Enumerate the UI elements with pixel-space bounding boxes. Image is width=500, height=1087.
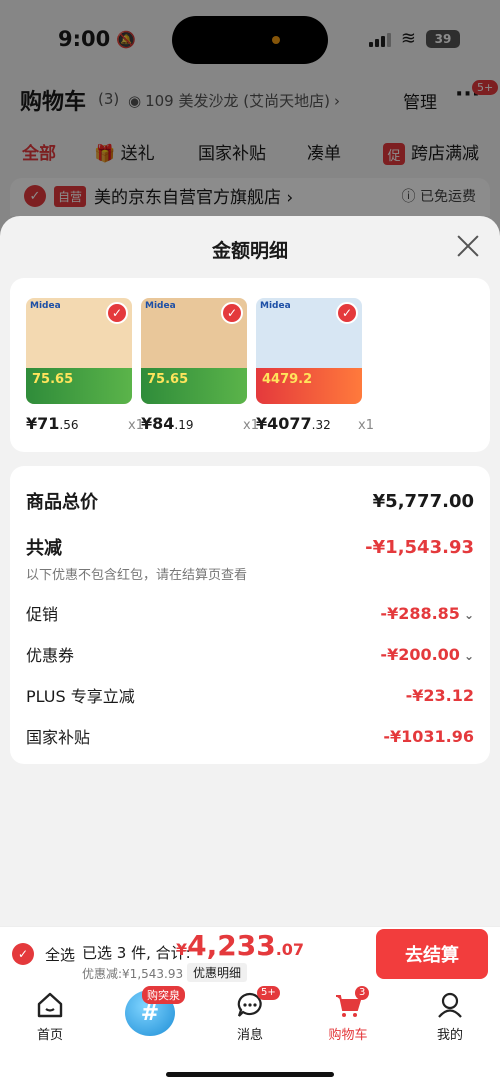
total-currency: ¥	[176, 940, 188, 959]
coupon-label: 优惠券	[26, 646, 75, 665]
national-subsidy-value: -¥1031.96	[383, 726, 474, 746]
featured-tab-badge: 购突泉	[142, 986, 185, 1004]
total-price-label: 商品总价	[26, 492, 98, 513]
promotion-label: 促销	[26, 605, 59, 624]
promotion-row[interactable]: 促销 -¥288.85 ⌄	[26, 601, 474, 625]
total-amount: ¥4,233.07	[176, 929, 304, 962]
product-promo-banner: 4479.2	[256, 368, 362, 404]
checkout-bar: ✓ 全选 已选 3 件, 合计: ¥4,233.07 优惠减:¥1,543.93…	[0, 926, 500, 986]
product-price: ¥84.19	[141, 414, 194, 433]
product-price: ¥4077.32	[256, 414, 331, 433]
coupon-row[interactable]: 优惠券 -¥200.00 ⌄	[26, 642, 474, 666]
shopping-cart-icon: 3	[333, 986, 370, 1020]
total-reduction-row: 共减 -¥1,543.93	[26, 534, 474, 560]
selected-check-icon: ✓	[336, 302, 358, 324]
product-price-int: ¥71	[26, 414, 60, 433]
home-indicator[interactable]	[166, 1072, 334, 1077]
amount-detail-sheet: 金额明细 Midea 75.65 ✓ ¥71.56 x1 Midea 75.65…	[0, 216, 500, 926]
product-image: Midea 4479.2 ✓	[256, 298, 362, 404]
tab-home-label: 首页	[36, 1028, 63, 1043]
tab-cart-label: 购物车	[328, 1028, 368, 1043]
chevron-down-icon: ⌄	[463, 648, 474, 663]
product-qty: x1	[358, 418, 374, 433]
selected-summary: 已选 3 件, 合计:	[82, 944, 191, 962]
product-price-dec: .56	[59, 418, 79, 432]
price-summary-card: 商品总价 ¥5,777.00 共减 -¥1,543.93 以下优惠不包含红包，请…	[10, 466, 490, 764]
tab-profile-label: 我的	[436, 1028, 463, 1043]
checkout-button[interactable]: 去结算	[376, 929, 488, 979]
product-brand: Midea	[145, 301, 176, 311]
chevron-down-icon: ⌄	[463, 607, 474, 622]
plus-discount-row: PLUS 专享立减 -¥23.12	[26, 683, 474, 707]
product-promo-banner: 75.65	[26, 368, 132, 404]
sheet-title: 金额明细	[211, 240, 288, 262]
modal-backdrop[interactable]	[0, 0, 500, 240]
messages-badge: 5+	[257, 986, 280, 1000]
selected-check-icon: ✓	[221, 302, 243, 324]
promotion-value: -¥288.85 ⌄	[380, 604, 474, 623]
discount-summary: 优惠减:¥1,543.93	[82, 967, 184, 981]
discount-note: 以下优惠不包含红包，请在结算页查看	[26, 568, 248, 583]
tab-profile[interactable]: 我的	[415, 990, 485, 1043]
product-item[interactable]: Midea 4479.2 ✓ ¥4077.32 x1	[256, 298, 374, 433]
coupon-value: -¥200.00 ⌄	[380, 645, 474, 664]
product-brand: Midea	[260, 301, 291, 311]
products-card: Midea 75.65 ✓ ¥71.56 x1 Midea 75.65 ✓ ¥8…	[10, 278, 490, 452]
product-price-int: ¥4077	[256, 414, 312, 433]
product-price-int: ¥84	[141, 414, 175, 433]
product-price-dec: .19	[174, 418, 194, 432]
product-image: Midea 75.65 ✓	[26, 298, 132, 404]
coupon-amount: -¥200.00	[380, 644, 460, 664]
close-icon[interactable]	[456, 234, 480, 258]
discount-detail-button[interactable]: 优惠明细	[187, 963, 248, 982]
total-int: 4,233	[187, 929, 276, 962]
product-item[interactable]: Midea 75.65 ✓ ¥71.56 x1	[26, 298, 144, 433]
tab-cart[interactable]: 3 购物车	[313, 986, 383, 1043]
promotion-amount: -¥288.85	[380, 603, 460, 623]
select-all-label[interactable]: 全选	[45, 944, 75, 965]
select-all-checkbox[interactable]: ✓	[12, 943, 34, 965]
selected-check-icon: ✓	[106, 302, 128, 324]
product-promo-banner: 75.65	[141, 368, 247, 404]
plus-discount-value: -¥23.12	[405, 685, 474, 705]
total-reduction-value: -¥1,543.93	[365, 536, 474, 558]
national-subsidy-label: 国家补贴	[26, 728, 91, 747]
tab-messages-label: 消息	[236, 1028, 263, 1043]
user-profile-icon	[435, 990, 465, 1020]
product-brand: Midea	[30, 301, 61, 311]
total-reduction-label: 共减	[26, 538, 62, 559]
chat-bubble-icon: 5+	[235, 986, 280, 1020]
product-price: ¥71.56	[26, 414, 79, 433]
bottom-tab-bar: 首页 # 购突泉 5+ 消息 3 购物车 我的	[0, 986, 500, 1087]
plus-discount-label: PLUS 专享立减	[26, 687, 135, 706]
home-icon	[35, 990, 65, 1020]
tab-messages[interactable]: 5+ 消息	[215, 986, 285, 1043]
tab-home[interactable]: 首页	[15, 990, 85, 1043]
national-subsidy-row: 国家补贴 -¥1031.96	[26, 724, 474, 748]
cart-badge: 3	[355, 986, 370, 1000]
total-dec: .07	[275, 940, 305, 959]
product-item[interactable]: Midea 75.65 ✓ ¥84.19 x1	[141, 298, 259, 433]
product-image: Midea 75.65 ✓	[141, 298, 247, 404]
product-price-dec: .32	[311, 418, 331, 432]
total-price-value: ¥5,777.00	[372, 490, 474, 512]
total-price-row: 商品总价 ¥5,777.00	[26, 488, 474, 514]
